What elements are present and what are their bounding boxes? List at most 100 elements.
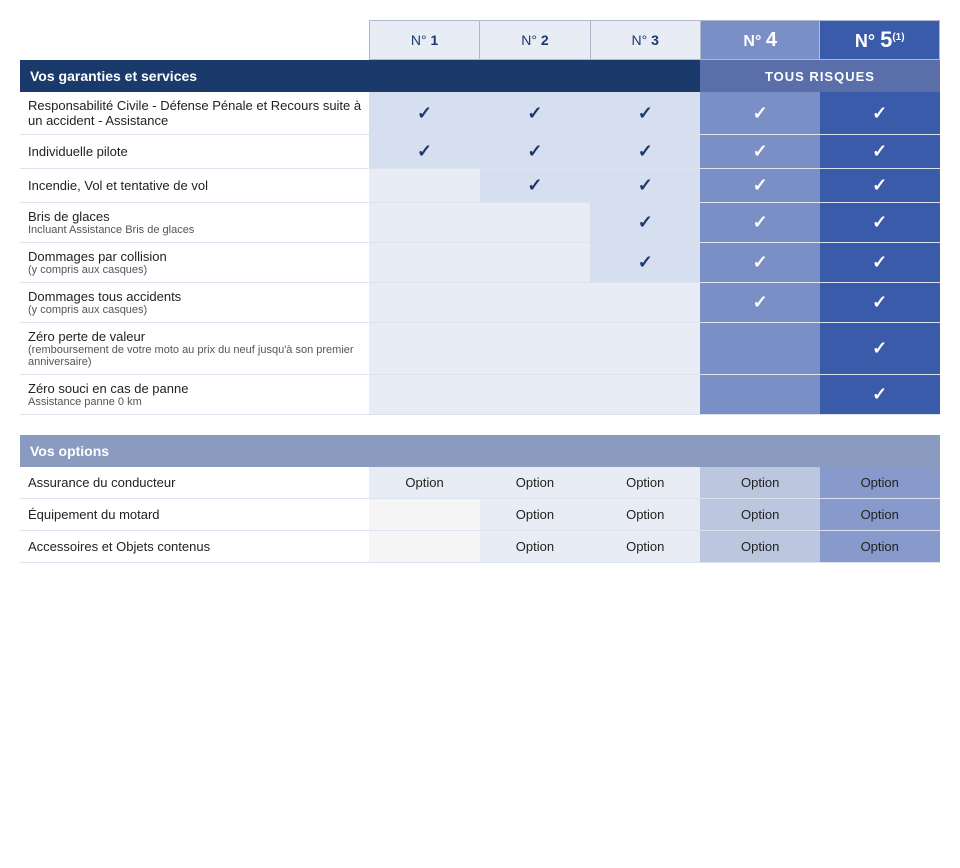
option-r1-n2: Option: [480, 467, 590, 499]
guarantee-row-8: Zéro souci en cas de panne Assistance pa…: [20, 375, 940, 415]
option-r1-n1: Option: [369, 467, 479, 499]
checkmark-r5-n5: ✓: [872, 252, 887, 272]
checkmark-r4-n4: ✓: [753, 212, 768, 232]
checkmark-r2-n3: ✓: [638, 141, 653, 161]
header-n4: N° 4: [700, 21, 820, 60]
check-r5-n4: ✓: [700, 243, 820, 283]
check-r6-n4: ✓: [700, 283, 820, 323]
check-r7-n4: [700, 323, 820, 375]
option-r3-n2: Option: [480, 530, 590, 562]
guarantee-label-3: Incendie, Vol et tentative de vol: [20, 169, 369, 203]
check-r7-n2: [480, 323, 590, 375]
option-r2-n1: [369, 498, 479, 530]
checkmark-r3-n3: ✓: [638, 175, 653, 195]
check-r8-n5: ✓: [820, 375, 940, 415]
option-r3-n1: [369, 530, 479, 562]
header-empty-cell: [20, 21, 369, 60]
checkmark-r2-n2: ✓: [527, 141, 542, 161]
check-r7-n3: [590, 323, 700, 375]
option-r3-n4: Option: [700, 530, 820, 562]
option-r1-n3: Option: [590, 467, 700, 499]
guarantee-label-7: Zéro perte de valeur (remboursement de v…: [20, 323, 369, 375]
check-r1-n1: ✓: [369, 92, 479, 135]
option-r1-n4: Option: [700, 467, 820, 499]
guarantees-table: N° 1 N° 2 N° 3 N° 4 N° 5(1): [20, 20, 940, 563]
checkmark-r8-n5: ✓: [872, 384, 887, 404]
check-r2-n5: ✓: [820, 135, 940, 169]
checkmark-r1-n2: ✓: [527, 103, 542, 123]
header-n2: N° 2: [480, 21, 590, 60]
option-r2-n2: Option: [480, 498, 590, 530]
guarantee-row-6: Dommages tous accidents (y compris aux c…: [20, 283, 940, 323]
header-n3: N° 3: [590, 21, 700, 60]
check-r3-n3: ✓: [590, 169, 700, 203]
guarantees-section-title: Vos garanties et services: [20, 60, 700, 93]
check-r6-n1: [369, 283, 479, 323]
check-r2-n1: ✓: [369, 135, 479, 169]
option-r1-n5: Option: [820, 467, 940, 499]
main-table-wrapper: N° 1 N° 2 N° 3 N° 4 N° 5(1): [20, 20, 940, 563]
header-n1: N° 1: [369, 21, 479, 60]
guarantee-label-8: Zéro souci en cas de panne Assistance pa…: [20, 375, 369, 415]
checkmark-r1-n3: ✓: [638, 103, 653, 123]
check-r6-n5: ✓: [820, 283, 940, 323]
options-section-header: Vos options: [20, 435, 940, 467]
option-r3-n5: Option: [820, 530, 940, 562]
check-r4-n4: ✓: [700, 203, 820, 243]
guarantee-row-1: Responsabilité Civile - Défense Pénale e…: [20, 92, 940, 135]
guarantee-label-4: Bris de glaces Incluant Assistance Bris …: [20, 203, 369, 243]
check-r6-n3: [590, 283, 700, 323]
checkmark-r2-n1: ✓: [417, 141, 432, 161]
options-section-title: Vos options: [20, 435, 940, 467]
check-r6-n2: [480, 283, 590, 323]
option-row-2: Équipement du motard Option Option Optio…: [20, 498, 940, 530]
guarantee-label-2: Individuelle pilote: [20, 135, 369, 169]
check-r5-n5: ✓: [820, 243, 940, 283]
option-r2-n5: Option: [820, 498, 940, 530]
checkmark-r3-n4: ✓: [753, 175, 768, 195]
check-r4-n1: [369, 203, 479, 243]
check-r5-n1: [369, 243, 479, 283]
checkmark-r7-n5: ✓: [872, 338, 887, 358]
guarantee-label-5: Dommages par collision (y compris aux ca…: [20, 243, 369, 283]
checkmark-r3-n5: ✓: [872, 175, 887, 195]
n5-superscript: (1): [892, 32, 904, 43]
check-r7-n5: ✓: [820, 323, 940, 375]
guarantee-row-4: Bris de glaces Incluant Assistance Bris …: [20, 203, 940, 243]
option-label-2: Équipement du motard: [20, 498, 369, 530]
checkmark-r5-n3: ✓: [638, 252, 653, 272]
checkmark-r3-n2: ✓: [527, 175, 542, 195]
checkmark-r4-n5: ✓: [872, 212, 887, 232]
checkmark-r1-n4: ✓: [753, 103, 768, 123]
guarantee-label-6: Dommages tous accidents (y compris aux c…: [20, 283, 369, 323]
tous-risques-label: TOUS RISQUES: [700, 60, 939, 93]
checkmark-r6-n5: ✓: [872, 292, 887, 312]
option-r3-n3: Option: [590, 530, 700, 562]
check-r1-n3: ✓: [590, 92, 700, 135]
option-label-1: Assurance du conducteur: [20, 467, 369, 499]
check-r5-n2: [480, 243, 590, 283]
checkmark-r4-n3: ✓: [638, 212, 653, 232]
check-r1-n2: ✓: [480, 92, 590, 135]
guarantee-row-5: Dommages par collision (y compris aux ca…: [20, 243, 940, 283]
header-n5: N° 5(1): [820, 21, 940, 60]
option-label-3: Accessoires et Objets contenus: [20, 530, 369, 562]
spacer-row: [20, 415, 940, 435]
guarantee-row-2: Individuelle pilote ✓ ✓ ✓ ✓ ✓: [20, 135, 940, 169]
option-r2-n4: Option: [700, 498, 820, 530]
check-r3-n2: ✓: [480, 169, 590, 203]
check-r5-n3: ✓: [590, 243, 700, 283]
guarantee-row-3: Incendie, Vol et tentative de vol ✓ ✓ ✓ …: [20, 169, 940, 203]
check-r1-n5: ✓: [820, 92, 940, 135]
check-r3-n1: [369, 169, 479, 203]
check-r2-n2: ✓: [480, 135, 590, 169]
check-r4-n2: [480, 203, 590, 243]
check-r1-n4: ✓: [700, 92, 820, 135]
option-row-1: Assurance du conducteur Option Option Op…: [20, 467, 940, 499]
check-r4-n5: ✓: [820, 203, 940, 243]
check-r8-n1: [369, 375, 479, 415]
guarantees-section-header: Vos garanties et services TOUS RISQUES: [20, 60, 940, 93]
checkmark-r1-n1: ✓: [417, 103, 432, 123]
check-r3-n4: ✓: [700, 169, 820, 203]
check-r2-n4: ✓: [700, 135, 820, 169]
